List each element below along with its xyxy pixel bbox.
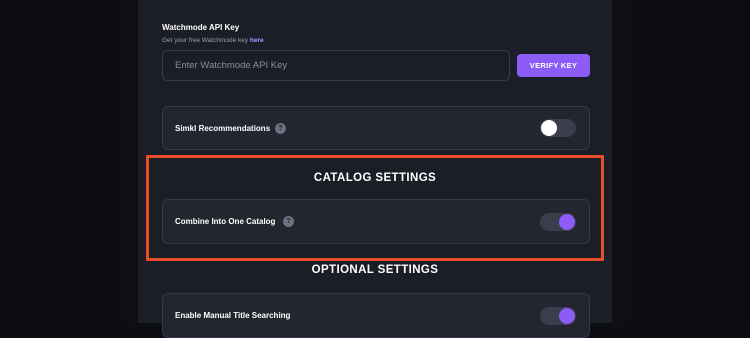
simkl-recommendations-card: Simkl Recommendations ? xyxy=(162,106,590,150)
toggle-knob xyxy=(559,214,575,230)
simkl-recommendations-label: Simkl Recommendations xyxy=(175,124,271,133)
combine-catalog-toggle[interactable] xyxy=(540,213,576,231)
manual-title-search-toggle[interactable] xyxy=(540,307,576,325)
help-icon[interactable]: ? xyxy=(275,123,286,134)
combine-catalog-label: Combine Into One Catalog xyxy=(175,217,276,226)
help-icon[interactable]: ? xyxy=(283,216,294,227)
watchmode-api-key-input[interactable] xyxy=(162,50,510,81)
simkl-recommendations-toggle[interactable] xyxy=(540,119,576,137)
verify-key-button[interactable]: VERIFY KEY xyxy=(517,54,590,77)
toggle-knob xyxy=(541,120,557,136)
watchmode-api-key-label: Watchmode API Key xyxy=(162,23,240,32)
watchmode-help-text: Get your free Watchmode key here xyxy=(162,37,264,44)
catalog-settings-heading: CATALOG SETTINGS xyxy=(313,172,437,184)
manual-title-search-card: Enable Manual Title Searching xyxy=(162,293,590,338)
watchmode-help-prefix: Get your free Watchmode key xyxy=(162,37,250,44)
toggle-knob xyxy=(559,308,575,324)
manual-title-search-label: Enable Manual Title Searching xyxy=(175,311,291,320)
watchmode-here-link[interactable]: here xyxy=(250,37,264,44)
combine-catalog-card: Combine Into One Catalog ? xyxy=(162,199,590,244)
optional-settings-heading: OPTIONAL SETTINGS xyxy=(311,264,439,276)
